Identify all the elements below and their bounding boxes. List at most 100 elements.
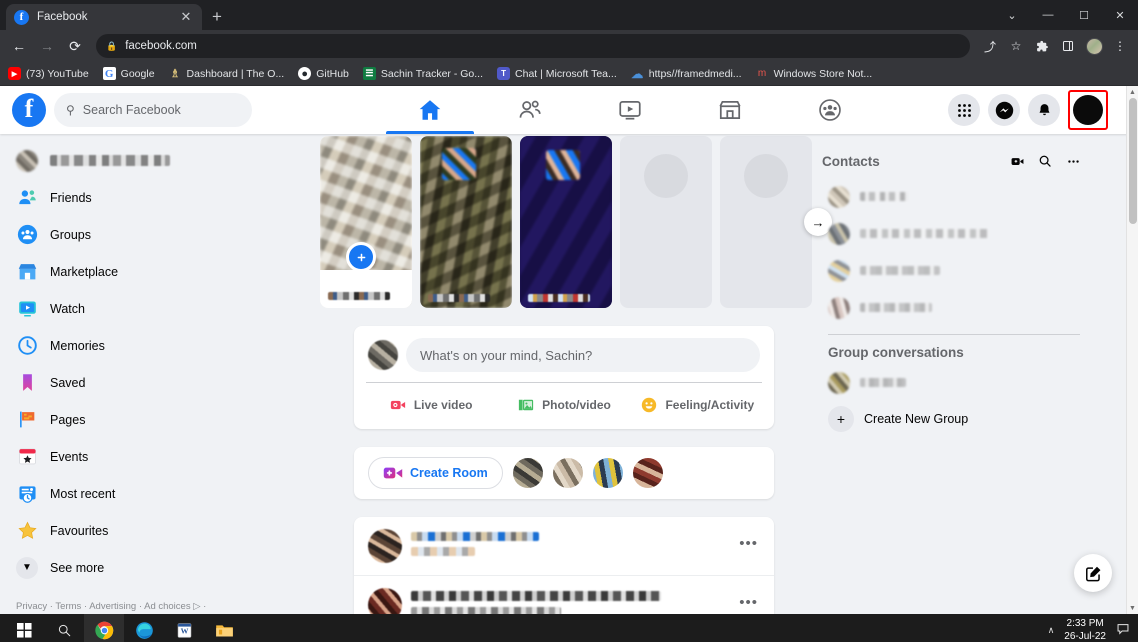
page-scrollbar[interactable]: ▲ ▼ <box>1126 86 1138 614</box>
edge-button[interactable] <box>124 614 164 642</box>
sidebar-item-marketplace[interactable]: Marketplace <box>10 253 304 290</box>
story-placeholder[interactable] <box>720 136 812 308</box>
composer-actions: Live video Photo/video Feeling/Activity <box>354 383 774 429</box>
ellipsis-icon[interactable] <box>1060 148 1086 174</box>
contact-item[interactable] <box>822 289 1086 326</box>
composer-input[interactable]: What's on your mind, Sachin? <box>406 338 760 372</box>
clock[interactable]: 2:33 PM 26-Jul-22 <box>1064 617 1106 642</box>
messenger-button[interactable] <box>988 94 1020 126</box>
story-item[interactable] <box>520 136 612 308</box>
create-room-button[interactable]: Create Room <box>368 457 503 489</box>
group-conversation-item[interactable] <box>822 364 1086 401</box>
live-video-button[interactable]: Live video <box>364 389 497 421</box>
sidebar-item-groups[interactable]: Groups <box>10 216 304 253</box>
facebook-logo-icon[interactable]: f <box>12 93 46 127</box>
tab-watch[interactable] <box>580 86 680 134</box>
post-author-avatar[interactable] <box>368 588 402 614</box>
composer-avatar[interactable] <box>368 340 398 370</box>
browser-tab[interactable]: f Facebook ✕ <box>6 4 202 30</box>
scrollbar-thumb[interactable] <box>1129 98 1137 224</box>
close-window-icon[interactable]: ✕ <box>1102 0 1138 30</box>
windows-taskbar: W ∧ 2:33 PM 26-Jul-22 <box>0 614 1138 642</box>
feeling-activity-button[interactable]: Feeling/Activity <box>631 389 764 421</box>
maximize-icon[interactable]: ☐ <box>1066 0 1102 30</box>
contact-item[interactable] <box>822 215 1086 252</box>
forward-icon[interactable]: → <box>34 33 60 59</box>
browser-menu-icon[interactable]: ⋮ <box>1108 34 1132 58</box>
group-avatar <box>828 371 850 394</box>
video-room-icon[interactable] <box>1004 148 1030 174</box>
side-panel-icon[interactable] <box>1056 34 1080 58</box>
share-icon[interactable]: ⤴ <box>978 34 1002 58</box>
address-bar[interactable]: 🔒 facebook.com <box>96 34 970 58</box>
watch-icon <box>16 298 38 320</box>
sidebar-item-memories[interactable]: Memories <box>10 327 304 364</box>
search-button[interactable] <box>44 614 84 642</box>
sidebar-item-see-more[interactable]: ▼ See more <box>10 549 304 586</box>
bookmark-dashboard[interactable]: ♗ Dashboard | The O... <box>169 67 284 81</box>
post-options-icon[interactable]: ••• <box>739 594 758 611</box>
bookmark-sachin-tracker[interactable]: ☰ Sachin Tracker - Go... <box>362 67 483 80</box>
sidebar-item-most-recent[interactable]: Most recent <box>10 475 304 512</box>
sidebar-item-pages[interactable]: Pages <box>10 401 304 438</box>
bookmark-google[interactable]: G Google <box>102 67 155 80</box>
room-contact-avatar[interactable] <box>552 458 583 488</box>
tray-expand-icon[interactable]: ∧ <box>1048 625 1055 636</box>
sidebar-item-favourites[interactable]: Favourites <box>10 512 304 549</box>
word-button[interactable]: W <box>164 614 204 642</box>
story-create[interactable] <box>320 136 412 308</box>
bookmark-youtube[interactable]: ▶ (73) YouTube <box>8 67 89 80</box>
post-options-icon[interactable]: ••• <box>739 535 758 552</box>
room-contact-avatar[interactable] <box>632 458 663 488</box>
avatar[interactable] <box>1073 95 1103 125</box>
contact-item[interactable] <box>822 252 1086 289</box>
extensions-icon[interactable] <box>1030 34 1054 58</box>
minimize-icon[interactable]: — <box>1030 0 1066 30</box>
close-icon[interactable]: ✕ <box>178 9 194 25</box>
tab-marketplace[interactable] <box>680 86 780 134</box>
create-new-group-button[interactable]: + Create New Group <box>822 401 1086 437</box>
scroll-up-icon[interactable]: ▲ <box>1127 86 1138 98</box>
sidebar-item-events[interactable]: Events <box>10 438 304 475</box>
notification-icon[interactable] <box>1116 622 1130 639</box>
bookmark-teams[interactable]: T Chat | Microsoft Tea... <box>497 67 617 80</box>
room-contact-avatar[interactable] <box>512 458 543 488</box>
contact-name <box>860 266 940 275</box>
search-icon[interactable] <box>1032 148 1058 174</box>
menu-grid-button[interactable] <box>948 94 980 126</box>
bookmark-label: Windows Store Not... <box>773 67 873 80</box>
bookmark-star-icon[interactable]: ☆ <box>1004 34 1028 58</box>
sidebar-item-profile[interactable] <box>10 142 304 179</box>
story-item[interactable] <box>420 136 512 308</box>
search-input[interactable]: ⚲ Search Facebook <box>54 93 252 127</box>
sidebar-item-saved[interactable]: Saved <box>10 364 304 401</box>
sidebar-item-friends[interactable]: Friends <box>10 179 304 216</box>
new-message-fab[interactable] <box>1074 554 1112 592</box>
scroll-down-icon[interactable]: ▼ <box>1127 602 1138 614</box>
profile-avatar[interactable] <box>1082 34 1106 58</box>
explorer-button[interactable] <box>204 614 244 642</box>
sidebar-legal-links[interactable]: Privacy · Terms · Advertising · Ad choic… <box>16 601 206 612</box>
bookmark-github[interactable]: ● GitHub <box>298 67 349 80</box>
chrome-button[interactable] <box>84 614 124 642</box>
post-author-avatar[interactable] <box>368 529 402 563</box>
photo-video-button[interactable]: Photo/video <box>497 389 630 421</box>
bookmark-label: Google <box>120 67 155 80</box>
account-avatar-container[interactable] <box>1068 90 1108 130</box>
tab-home[interactable] <box>380 86 480 134</box>
start-button[interactable] <box>4 614 44 642</box>
tab-groups[interactable] <box>780 86 880 134</box>
bookmark-windows-store[interactable]: m Windows Store Not... <box>756 67 873 80</box>
new-tab-button[interactable]: + <box>212 7 222 27</box>
tab-friends[interactable] <box>480 86 580 134</box>
bookmark-framedmedia[interactable]: ☁ https//framedmedi... <box>631 67 741 81</box>
room-contact-avatar[interactable] <box>592 458 623 488</box>
contact-item[interactable] <box>822 178 1086 215</box>
notifications-button[interactable] <box>1028 94 1060 126</box>
story-placeholder[interactable] <box>620 136 712 308</box>
back-icon[interactable]: ← <box>6 33 32 59</box>
chevron-down-icon[interactable]: ⌄ <box>994 0 1030 30</box>
sidebar-item-watch[interactable]: Watch <box>10 290 304 327</box>
reload-icon[interactable]: ⟳ <box>62 33 88 59</box>
plus-icon: + <box>828 406 854 432</box>
